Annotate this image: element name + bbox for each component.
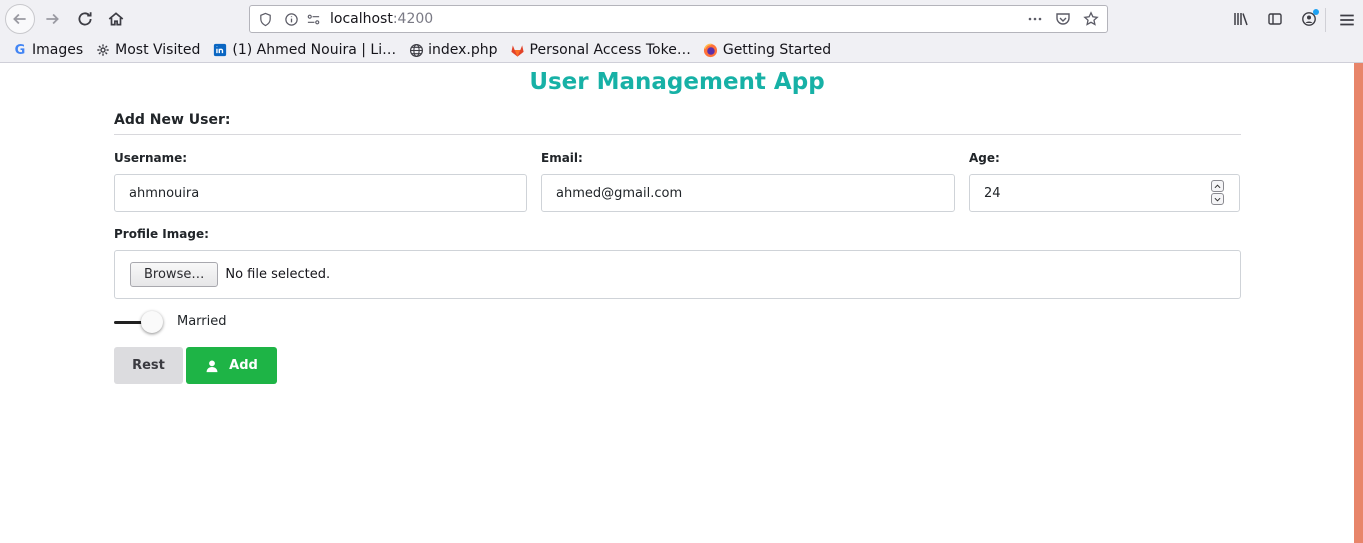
permissions-icon[interactable] <box>302 8 324 30</box>
forward-button[interactable] <box>37 4 67 34</box>
linkedin-icon <box>212 42 228 58</box>
info-icon[interactable] <box>280 8 302 30</box>
married-label: Married <box>177 314 227 329</box>
section-divider <box>114 134 1241 135</box>
bookmark-label: Personal Access Toke… <box>529 42 691 58</box>
browser-toolbar: localhost:4200 <box>0 0 1363 38</box>
reload-icon <box>78 12 92 26</box>
arrow-left-icon <box>13 13 26 25</box>
toolbar-separator <box>1325 8 1326 32</box>
add-button-label: Add <box>229 358 258 373</box>
married-toggle[interactable] <box>114 311 164 333</box>
menu-button[interactable] <box>1332 5 1362 35</box>
globe-icon <box>408 42 424 58</box>
bookmark-images[interactable]: G Images <box>12 42 83 58</box>
hamburger-menu-icon <box>1340 14 1354 26</box>
arrow-right-icon <box>46 13 59 25</box>
url-bar[interactable]: localhost:4200 <box>249 5 1108 33</box>
bookmark-getting-started[interactable]: Getting Started <box>703 42 831 58</box>
email-label: Email: <box>541 151 583 165</box>
bookmarks-bar: G Images Most Visited (1) Ahmed Nouira |… <box>0 38 1363 63</box>
account-icon[interactable] <box>1298 8 1320 30</box>
reload-button[interactable] <box>70 4 100 34</box>
sidebar-icon[interactable] <box>1264 8 1286 30</box>
url-text[interactable]: localhost:4200 <box>330 11 433 27</box>
bookmark-index-php[interactable]: index.php <box>408 42 498 58</box>
home-button[interactable] <box>101 4 131 34</box>
age-field[interactable]: 24 <box>969 174 1240 212</box>
page-scrollbar[interactable] <box>1354 63 1363 543</box>
user-icon <box>206 359 218 372</box>
increment-button[interactable] <box>1211 180 1224 192</box>
google-icon: G <box>14 42 26 58</box>
page-actions-icon[interactable] <box>1025 9 1045 29</box>
back-button[interactable] <box>5 4 35 34</box>
bookmark-label: Getting Started <box>722 42 832 58</box>
username-label: Username: <box>114 151 188 165</box>
file-status: No file selected. <box>225 267 331 282</box>
reset-button[interactable]: Rest <box>114 347 183 384</box>
bookmark-label: Images <box>32 42 84 58</box>
browse-button[interactable]: Browse… <box>130 262 219 287</box>
age-label: Age: <box>969 151 1000 165</box>
bookmark-label: (1) Ahmed Nouira | Li… <box>232 42 397 58</box>
gitlab-icon <box>510 42 526 58</box>
toggle-knob[interactable] <box>141 311 163 333</box>
home-icon <box>108 12 124 26</box>
age-stepper[interactable] <box>1211 180 1224 205</box>
library-icon[interactable] <box>1230 8 1252 30</box>
page-title: User Management App <box>529 69 825 95</box>
username-value: ahmnouira <box>129 185 200 201</box>
decrement-button[interactable] <box>1211 193 1224 205</box>
bookmark-label: Most Visited <box>115 42 201 58</box>
pocket-icon[interactable] <box>1053 9 1073 29</box>
bookmark-label: index.php <box>428 42 498 58</box>
profile-image-label: Profile Image: <box>114 227 209 241</box>
notification-dot <box>1313 9 1319 15</box>
url-port: :4200 <box>392 11 434 27</box>
email-field[interactable]: ahmed@gmail.com <box>541 174 955 212</box>
profile-image-input[interactable]: Browse… No file selected. <box>114 250 1241 299</box>
reset-button-label: Rest <box>132 358 165 373</box>
gear-icon <box>95 42 111 58</box>
bookmark-linkedin[interactable]: (1) Ahmed Nouira | Li… <box>212 42 396 58</box>
username-field[interactable]: ahmnouira <box>114 174 527 212</box>
chevron-down-icon <box>1214 197 1221 202</box>
age-value: 24 <box>984 185 1001 201</box>
bookmark-star-icon[interactable] <box>1081 9 1101 29</box>
add-user-button[interactable]: Add <box>186 347 277 384</box>
chevron-up-icon <box>1214 183 1221 188</box>
shield-icon[interactable] <box>254 8 276 30</box>
firefox-icon <box>703 42 719 58</box>
bookmark-gitlab-token[interactable]: Personal Access Toke… <box>510 42 691 58</box>
section-title: Add New User: <box>114 112 231 128</box>
email-value: ahmed@gmail.com <box>556 185 683 201</box>
bookmark-most-visited[interactable]: Most Visited <box>95 42 200 58</box>
url-host: localhost <box>330 11 393 27</box>
